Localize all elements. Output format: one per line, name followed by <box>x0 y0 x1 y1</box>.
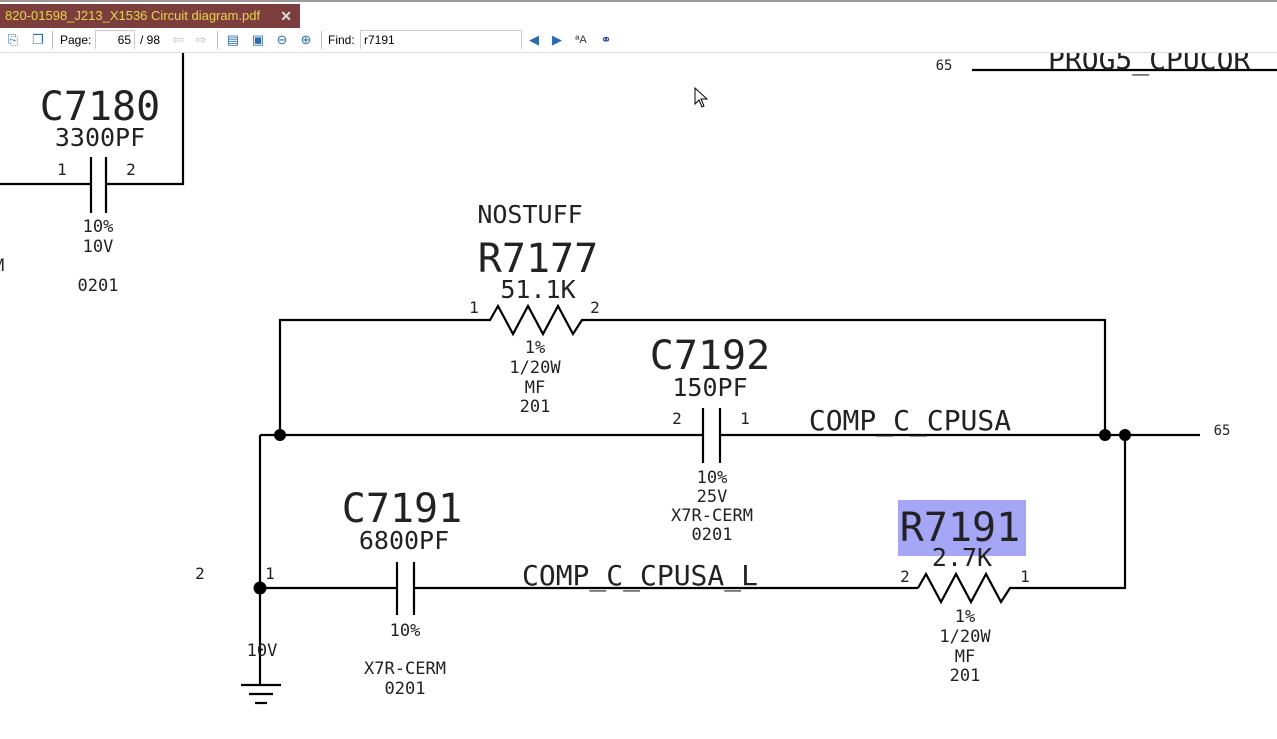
c7191-pin1: 1 <box>265 564 275 583</box>
r7191-power: 1/20W <box>939 627 991 647</box>
ground-symbol <box>241 683 281 705</box>
resistor-r7191: R7191 2.7K 2 1 1% 1/20W MF 201 <box>898 435 1127 686</box>
tab-bar: 820-01598_J213_X1536 Circuit diagram.pdf… <box>0 0 1277 28</box>
c7192-dielectric: X7R-CERM <box>671 506 753 526</box>
toolbar: ⎘ ❐ Page: 65 / 98 ⇦ ⇨ ▤ ▣ ⊖ ⊕ Find: r719… <box>0 28 1277 53</box>
c7180-pin2: 2 <box>126 160 136 179</box>
zoom-in-icon[interactable]: ⊕ <box>298 31 314 49</box>
page-total: / 98 <box>140 33 161 47</box>
junction-dot <box>1099 429 1111 441</box>
divider <box>52 31 53 49</box>
zoom-out-icon[interactable]: ⊖ <box>274 31 290 49</box>
c7191-tol: 10% <box>390 621 421 641</box>
mouse-cursor-icon <box>694 86 709 108</box>
c7192-value: 150PF <box>672 373 747 402</box>
r7177-tol: 1% <box>525 338 545 358</box>
r7177-value: 51.1K <box>500 275 575 304</box>
c7191-pin2: 2 <box>195 564 205 583</box>
offpage-ref-top: 65 <box>936 58 953 74</box>
r7177-pin1: 1 <box>469 298 479 317</box>
c7180-value: 3300PF <box>55 123 145 152</box>
c7191-size: 0201 <box>385 679 426 699</box>
c7192-pin1: 1 <box>740 409 750 428</box>
r7191-tol: 1% <box>955 607 975 627</box>
r7177-type: MF <box>525 378 545 398</box>
next-page-icon[interactable]: ⇨ <box>193 31 209 49</box>
match-case-icon[interactable]: ªA <box>573 31 589 49</box>
c7191-voltage: 10V <box>247 641 278 661</box>
r7191-pin2: 2 <box>900 567 910 586</box>
page-input[interactable]: 65 <box>95 30 135 49</box>
c7192-pin2: 2 <box>672 409 682 428</box>
c7180-size: 0201 <box>78 276 119 296</box>
c7191-dielectric: X7R-CERM <box>364 659 446 679</box>
r7177-size: 201 <box>520 397 551 417</box>
r7177-pin2: 2 <box>590 298 600 317</box>
junction-dot <box>274 429 286 441</box>
offpage-ref-right: 65 <box>1214 423 1231 439</box>
r7191-type: MF <box>955 647 975 667</box>
c7192-voltage: 25V <box>697 487 728 507</box>
capacitor-c7191: C7191 6800PF 10% X7R-CERM 0201 <box>260 486 918 699</box>
capacitor-c7180: C7180 3300PF 1 2 10% 10V 0201 <box>0 53 185 296</box>
find-next-icon[interactable]: ▶ <box>549 31 565 49</box>
left-text-fragment: M <box>0 256 4 276</box>
tab-title: 820-01598_J213_X1536 Circuit diagram.pdf <box>5 8 261 23</box>
r7191-value: 2.7K <box>932 543 992 572</box>
find-label: Find: <box>328 33 355 47</box>
schematic-canvas: C7180 3300PF 1 2 10% 10V 0201 M 65 PROG5… <box>0 53 1277 705</box>
save-copy-icon[interactable]: ⎘ <box>5 31 21 49</box>
copy-page-icon[interactable]: ❐ <box>30 31 46 49</box>
c7192-tol: 10% <box>697 468 728 488</box>
document-tab[interactable]: 820-01598_J213_X1536 Circuit diagram.pdf… <box>0 4 300 28</box>
binoculars-icon[interactable]: ⚭ <box>598 31 614 49</box>
net-label-comp-c-cpusa-l: COMP_C_CPUSA_L <box>522 559 758 593</box>
divider <box>217 31 218 49</box>
find-input[interactable]: r7191 <box>360 30 522 49</box>
c7192-size: 0201 <box>692 525 733 545</box>
fit-width-icon[interactable]: ▤ <box>225 31 241 49</box>
page-label: Page: <box>60 33 92 47</box>
prev-page-icon[interactable]: ⇦ <box>170 31 186 49</box>
fit-page-icon[interactable]: ▣ <box>250 31 266 49</box>
c7180-pin1: 1 <box>57 160 67 179</box>
r7191-size: 201 <box>950 666 981 686</box>
net-label-top: PROG5_CPUCOR <box>1048 53 1250 77</box>
divider <box>321 31 322 49</box>
find-prev-icon[interactable]: ◀ <box>526 31 542 49</box>
r7177-note: NOSTUFF <box>477 200 582 229</box>
net-label-comp-c-cpusa: COMP_C_CPUSA <box>809 404 1011 438</box>
r7191-pin1: 1 <box>1020 567 1030 586</box>
close-tab-icon[interactable]: ✕ <box>280 4 292 28</box>
r7177-power: 1/20W <box>509 358 561 378</box>
c7180-voltage: 10V <box>83 237 114 257</box>
c7191-value: 6800PF <box>359 526 449 555</box>
c7180-tol: 10% <box>83 217 114 237</box>
